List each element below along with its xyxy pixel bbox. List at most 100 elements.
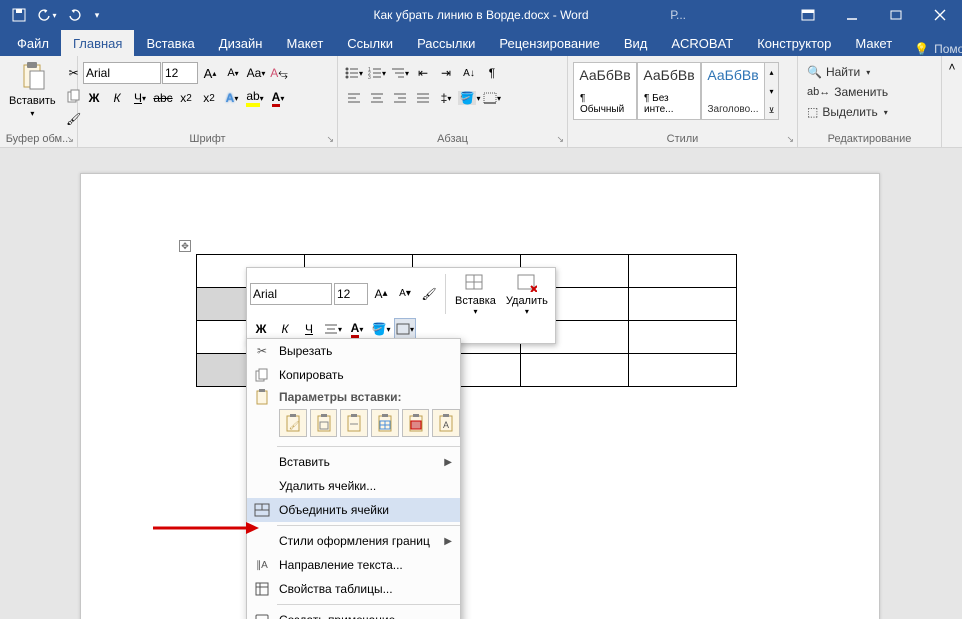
show-marks-button[interactable]: ¶ xyxy=(481,62,503,84)
style-normal[interactable]: АаБбВв¶ Обычный xyxy=(573,62,637,120)
sort-button[interactable]: A↓ xyxy=(458,62,480,84)
mini-shading[interactable]: 🪣▾ xyxy=(370,318,392,340)
tell-me[interactable]: 💡 Помощ... xyxy=(904,42,962,56)
style-scroll-down[interactable]: ▾ xyxy=(765,87,778,96)
clipboard-launcher[interactable]: ↘ xyxy=(66,134,74,145)
maximize-button[interactable] xyxy=(874,0,918,30)
ctx-text-direction[interactable]: ∥AНаправление текста... xyxy=(247,553,460,577)
mini-borders[interactable]: ▾ xyxy=(394,318,416,340)
change-case-button[interactable]: Aa▾ xyxy=(245,62,267,84)
paragraph-launcher[interactable]: ↘ xyxy=(556,134,564,145)
mini-align[interactable]: ▾ xyxy=(322,318,344,340)
collapse-ribbon-button[interactable]: ˄ xyxy=(942,56,962,147)
tab-review[interactable]: Рецензирование xyxy=(487,30,611,56)
shading-button[interactable]: 🪣▾ xyxy=(458,87,480,109)
font-name-combo[interactable] xyxy=(83,62,161,84)
tab-references[interactable]: Ссылки xyxy=(335,30,405,56)
paste-opt-overwrite[interactable] xyxy=(402,409,430,437)
close-button[interactable] xyxy=(918,0,962,30)
align-right-button[interactable] xyxy=(389,87,411,109)
page[interactable]: ✥ A▴ A▾ 🖌 Вставка▾ Удал xyxy=(80,173,880,619)
borders-button[interactable]: ▾ xyxy=(481,87,503,109)
redo-button[interactable] xyxy=(62,2,88,28)
clear-formatting-button[interactable]: A⥃ xyxy=(268,62,290,84)
copy-icon xyxy=(253,366,271,384)
tab-table-layout[interactable]: Макет xyxy=(843,30,904,56)
mini-font-size[interactable] xyxy=(334,283,368,305)
multilevel-list-button[interactable]: ▾ xyxy=(389,62,411,84)
paste-opt-nest-table[interactable] xyxy=(310,409,338,437)
align-left-button[interactable] xyxy=(343,87,365,109)
shrink-font-button[interactable]: A▾ xyxy=(222,62,244,84)
tab-home[interactable]: Главная xyxy=(61,30,134,56)
font-size-combo[interactable] xyxy=(162,62,198,84)
find-button[interactable]: 🔍Найти▾ xyxy=(803,63,874,81)
underline-button[interactable]: Ч▾ xyxy=(129,87,151,109)
ctx-table-properties[interactable]: Свойства таблицы... xyxy=(247,577,460,601)
mini-toolbar: A▴ A▾ 🖌 Вставка▾ Удалить▾ Ж К Ч ▾ A▾ xyxy=(246,267,556,344)
save-button[interactable] xyxy=(6,2,32,28)
mini-italic[interactable]: К xyxy=(274,318,296,340)
decrease-indent-button[interactable]: ⇤ xyxy=(412,62,434,84)
mini-shrink-font[interactable]: A▾ xyxy=(394,283,416,305)
replace-button[interactable]: ab↔Заменить xyxy=(803,83,892,101)
tab-table-design[interactable]: Конструктор xyxy=(745,30,843,56)
tab-mailings[interactable]: Рассылки xyxy=(405,30,487,56)
ctx-merge-cells[interactable]: Объединить ячейки xyxy=(247,498,460,522)
select-button[interactable]: ⬚Выделить▾ xyxy=(803,103,892,121)
mini-insert-button[interactable]: Вставка▾ xyxy=(451,271,500,316)
highlight-button[interactable]: ab▾ xyxy=(244,87,266,109)
style-gallery-expand[interactable]: ⊻ xyxy=(765,106,778,115)
mini-grow-font[interactable]: A▴ xyxy=(370,283,392,305)
ctx-insert[interactable]: Вставить▶ xyxy=(247,450,460,474)
superscript-button[interactable]: x2 xyxy=(198,87,220,109)
mini-delete-button[interactable]: Удалить▾ xyxy=(502,271,552,316)
qat-customize[interactable]: ▾ xyxy=(90,2,104,28)
line-spacing-button[interactable]: ‡▾ xyxy=(435,87,457,109)
undo-button[interactable]: ▾ xyxy=(34,2,60,28)
style-scroll-up[interactable]: ▴ xyxy=(765,68,778,77)
style-heading1[interactable]: АаБбВвЗаголово... xyxy=(701,62,765,120)
table-move-handle[interactable]: ✥ xyxy=(179,240,191,252)
minimize-button[interactable] xyxy=(830,0,874,30)
tab-design[interactable]: Дизайн xyxy=(207,30,275,56)
tab-view[interactable]: Вид xyxy=(612,30,660,56)
mini-bold[interactable]: Ж xyxy=(250,318,272,340)
increase-indent-button[interactable]: ⇥ xyxy=(435,62,457,84)
ctx-cut[interactable]: ✂Вырезать xyxy=(247,339,460,363)
mini-underline[interactable]: Ч xyxy=(298,318,320,340)
grow-font-button[interactable]: A▴ xyxy=(199,62,221,84)
paste-opt-merge[interactable] xyxy=(340,409,368,437)
ctx-delete-cells[interactable]: Удалить ячейки... xyxy=(247,474,460,498)
ribbon-display-options[interactable] xyxy=(786,0,830,30)
mini-format-painter[interactable]: 🖌 xyxy=(418,283,440,305)
account-label[interactable]: Р... xyxy=(660,8,696,22)
ctx-border-styles[interactable]: Стили оформления границ▶ xyxy=(247,529,460,553)
document-area: ✥ A▴ A▾ 🖌 Вставка▾ Удал xyxy=(0,148,962,619)
styles-launcher[interactable]: ↘ xyxy=(786,134,794,145)
italic-button[interactable]: К xyxy=(106,87,128,109)
tab-file[interactable]: Файл xyxy=(5,30,61,56)
strikethrough-button[interactable]: abc xyxy=(152,87,174,109)
subscript-button[interactable]: x2 xyxy=(175,87,197,109)
paste-opt-keep-source[interactable]: 🖌 xyxy=(279,409,307,437)
bold-button[interactable]: Ж xyxy=(83,87,105,109)
justify-button[interactable] xyxy=(412,87,434,109)
mini-font-name[interactable] xyxy=(250,283,332,305)
tab-insert[interactable]: Вставка xyxy=(134,30,206,56)
paste-opt-insert-new[interactable] xyxy=(371,409,399,437)
paste-button[interactable]: Вставить ▾ xyxy=(5,59,60,120)
tab-acrobat[interactable]: ACROBAT xyxy=(659,30,745,56)
align-center-button[interactable] xyxy=(366,87,388,109)
font-color-button[interactable]: A▾ xyxy=(267,87,289,109)
numbering-button[interactable]: 123▾ xyxy=(366,62,388,84)
paste-opt-text-only[interactable]: A xyxy=(432,409,460,437)
style-no-spacing[interactable]: АаБбВв¶ Без инте... xyxy=(637,62,701,120)
bullets-button[interactable]: ▾ xyxy=(343,62,365,84)
font-launcher[interactable]: ↘ xyxy=(326,134,334,145)
ctx-copy[interactable]: Копировать xyxy=(247,363,460,387)
ctx-new-comment[interactable]: Создать примечание xyxy=(247,608,460,619)
mini-font-color[interactable]: A▾ xyxy=(346,318,368,340)
tab-layout[interactable]: Макет xyxy=(274,30,335,56)
text-effects-button[interactable]: A▾ xyxy=(221,87,243,109)
